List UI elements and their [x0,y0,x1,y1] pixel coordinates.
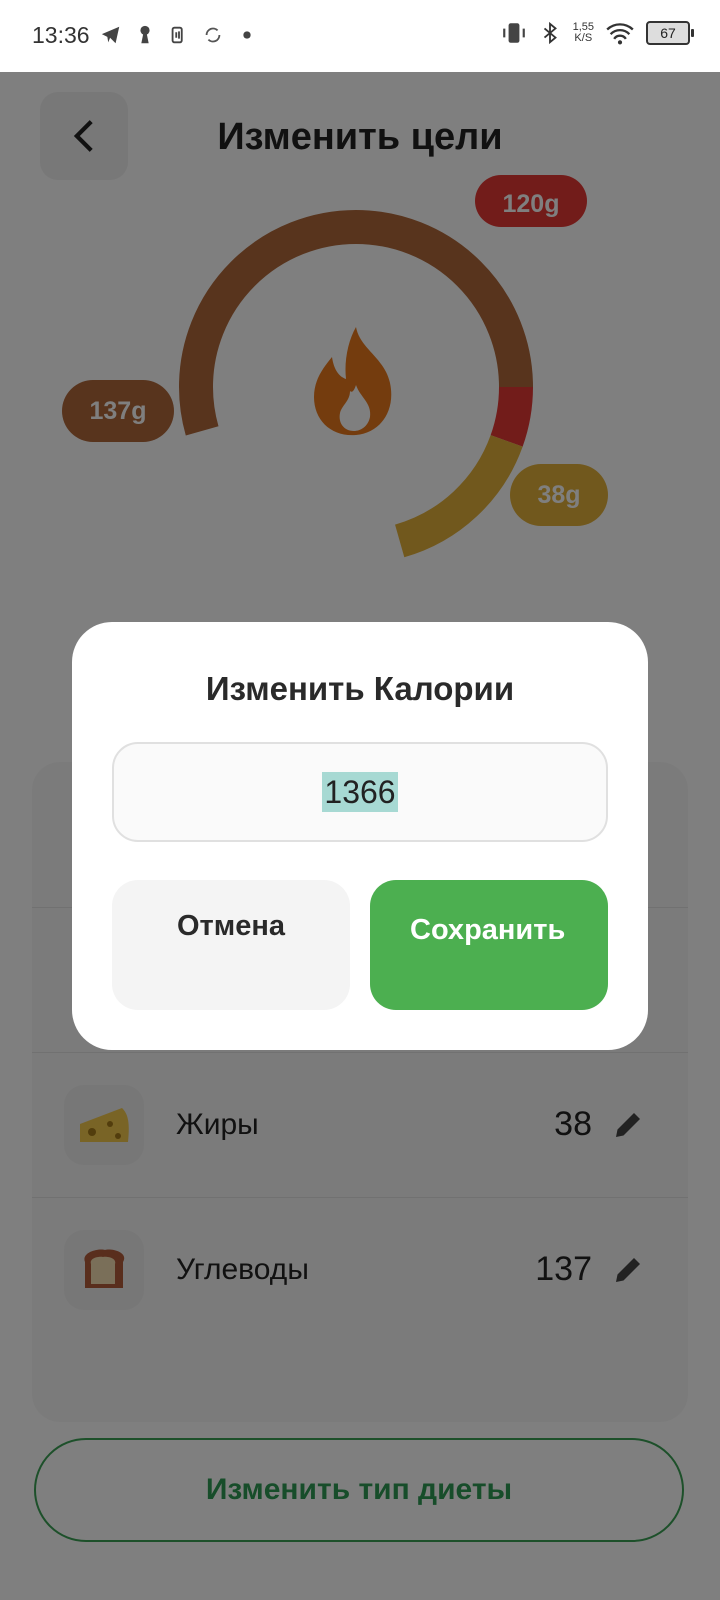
vibrate-icon [502,23,525,43]
network-speed: 1,55 K/S [573,22,594,44]
status-time: 13:36 [32,22,90,48]
keyhole-icon [140,25,150,44]
status-bar: 13:36 1,55 K/S 67 [0,0,720,72]
net-speed-unit: K/S [574,32,593,44]
dialog-title: Изменить Калории [205,670,515,707]
battery-icon: 67 [646,21,694,45]
save-button[interactable]: Сохранить [370,880,608,1010]
edit-calories-dialog: Изменить Калории 1366 Отмена Сохранить [72,622,648,1050]
calories-input-value[interactable]: 1366 [322,772,398,812]
system-icons: 1,55 K/S 67 [501,20,694,46]
wifi-icon [606,23,634,45]
nfc-icon [171,26,183,44]
sync-icon [205,27,221,43]
dot-icon [243,31,251,39]
calories-input[interactable]: 1366 [112,742,608,842]
bluetooth-icon [543,21,557,45]
cancel-button[interactable]: Отмена [112,880,350,1010]
telegram-icon [101,26,120,44]
notification-icons [100,24,258,46]
